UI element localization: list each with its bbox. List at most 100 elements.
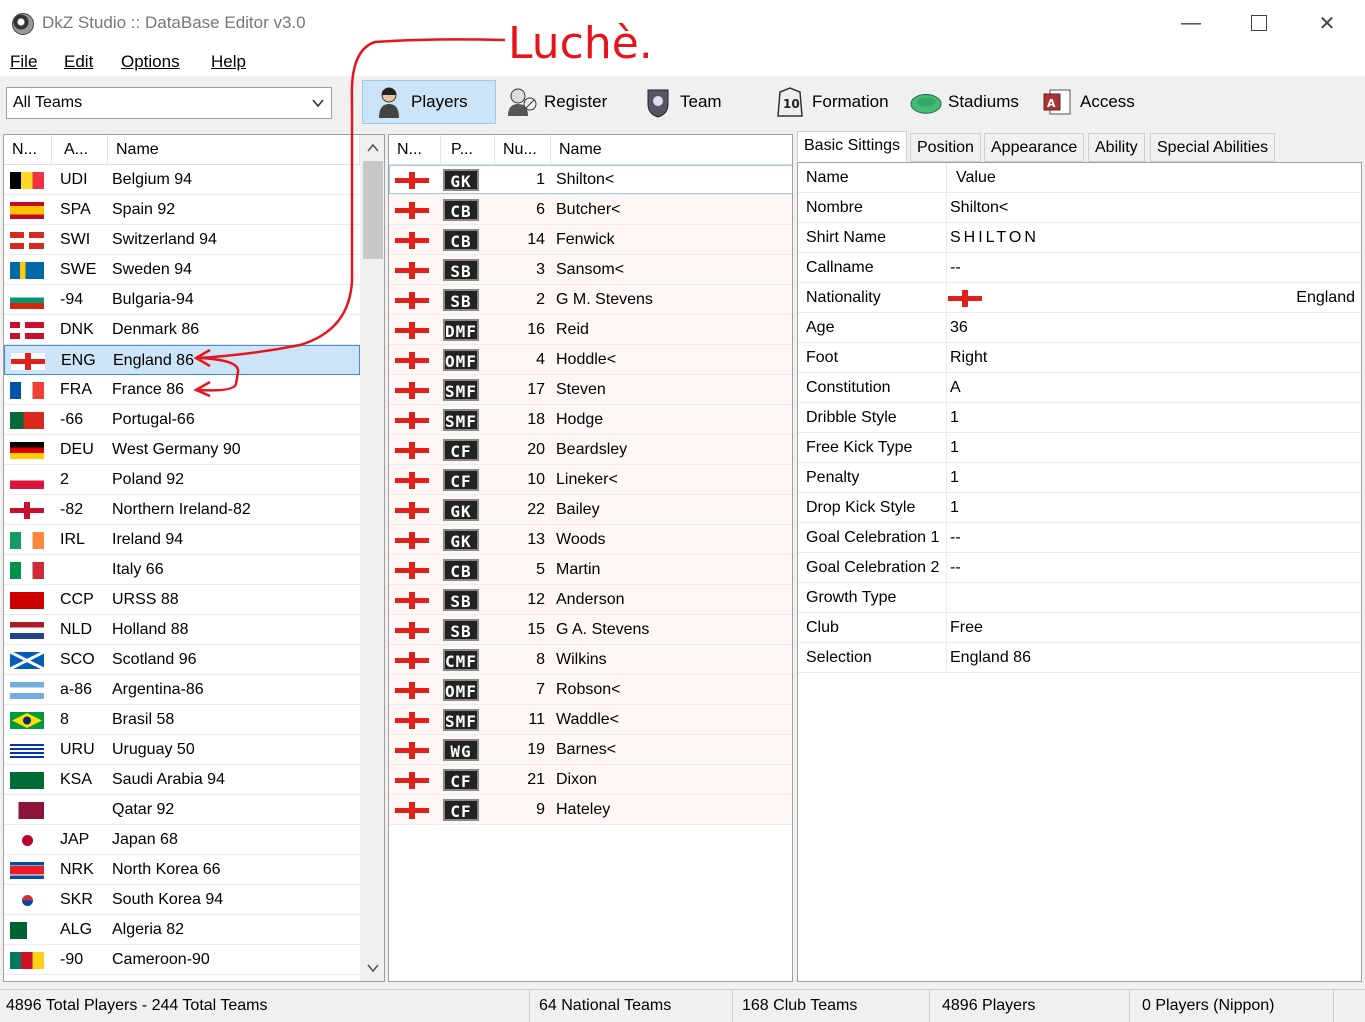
table-row[interactable]: IRL Ireland 94: [4, 525, 360, 555]
players-col-nation[interactable]: N...: [389, 135, 441, 165]
detail-row[interactable]: Age 36: [798, 313, 1361, 343]
table-row[interactable]: -94 Bulgaria-94: [4, 285, 360, 315]
table-row[interactable]: CB 5 Martin: [389, 555, 792, 585]
minimize-button[interactable]: —: [1157, 0, 1225, 46]
table-row[interactable]: 8 Brasil 58: [4, 705, 360, 735]
teams-scrollbar[interactable]: [360, 135, 384, 981]
table-row[interactable]: -66 Portugal-66: [4, 405, 360, 435]
detail-row[interactable]: Nationality England: [798, 283, 1361, 313]
register-button[interactable]: Register: [496, 80, 617, 124]
teams-col-abbr[interactable]: A...: [52, 135, 108, 165]
table-row[interactable]: 2 Poland 92: [4, 465, 360, 495]
table-row[interactable]: NLD Holland 88: [4, 615, 360, 645]
detail-row[interactable]: Penalty 1: [798, 463, 1361, 493]
detail-row[interactable]: Free Kick Type 1: [798, 433, 1361, 463]
tab-appearance[interactable]: Appearance: [984, 133, 1085, 162]
table-row[interactable]: CF 10 Lineker<: [389, 465, 792, 495]
scroll-thumb[interactable]: [363, 161, 383, 259]
detail-row[interactable]: Drop Kick Style 1: [798, 493, 1361, 523]
table-row[interactable]: CB 6 Butcher<: [389, 195, 792, 225]
table-row[interactable]: DEU West Germany 90: [4, 435, 360, 465]
teams-col-flag[interactable]: N...: [4, 135, 52, 165]
table-row[interactable]: SB 2 G M. Stevens: [389, 285, 792, 315]
table-row[interactable]: SKR South Korea 94: [4, 885, 360, 915]
table-row[interactable]: CMF 8 Wilkins: [389, 645, 792, 675]
players-button[interactable]: Players: [362, 80, 496, 124]
detail-row[interactable]: Growth Type: [798, 583, 1361, 613]
table-row[interactable]: UDI Belgium 94: [4, 165, 360, 195]
scroll-down-icon[interactable]: [367, 963, 379, 973]
tab-position[interactable]: Position: [910, 133, 981, 162]
table-row[interactable]: ALG Algeria 82: [4, 915, 360, 945]
table-row[interactable]: CF 20 Beardsley: [389, 435, 792, 465]
players-col-name[interactable]: Name: [551, 135, 792, 165]
detail-row[interactable]: Shirt Name SHILTON: [798, 223, 1361, 253]
teams-col-name[interactable]: Name: [108, 135, 360, 165]
detail-row[interactable]: Foot Right: [798, 343, 1361, 373]
detail-row[interactable]: Dribble Style 1: [798, 403, 1361, 433]
table-row[interactable]: Qatar 92: [4, 795, 360, 825]
players-col-position[interactable]: P...: [441, 135, 495, 165]
table-row[interactable]: SCO Scotland 96: [4, 645, 360, 675]
table-row[interactable]: SMF 18 Hodge: [389, 405, 792, 435]
detail-row[interactable]: Goal Celebration 2 --: [798, 553, 1361, 583]
table-row[interactable]: CCP URSS 88: [4, 585, 360, 615]
tab-special-abilities[interactable]: Special Abilities: [1150, 133, 1276, 162]
table-row[interactable]: KSA Saudi Arabia 94: [4, 765, 360, 795]
table-row[interactable]: OMF 4 Hoddle<: [389, 345, 792, 375]
table-row[interactable]: NRK North Korea 66: [4, 855, 360, 885]
table-row[interactable]: SB 15 G A. Stevens: [389, 615, 792, 645]
table-row[interactable]: CB 14 Fenwick: [389, 225, 792, 255]
players-button-label: Players: [411, 92, 468, 111]
menu-help[interactable]: Help: [211, 52, 246, 72]
table-row[interactable]: FRA France 86: [4, 375, 360, 405]
table-row[interactable]: SB 12 Anderson: [389, 585, 792, 615]
table-row[interactable]: CF 9 Hateley: [389, 795, 792, 825]
table-row[interactable]: OMF 7 Robson<: [389, 675, 792, 705]
table-row[interactable]: GK 22 Bailey: [389, 495, 792, 525]
tab-ability[interactable]: Ability: [1088, 133, 1145, 162]
formation-button[interactable]: 10 Formation: [764, 80, 899, 124]
table-row[interactable]: GK 1 Shilton<: [389, 165, 792, 195]
table-row[interactable]: DMF 16 Reid: [389, 315, 792, 345]
table-row[interactable]: SWI Switzerland 94: [4, 225, 360, 255]
close-button[interactable]: ✕: [1293, 0, 1361, 46]
table-row[interactable]: URU Uruguay 50: [4, 735, 360, 765]
table-row[interactable]: SB 3 Sansom<: [389, 255, 792, 285]
table-row[interactable]: ENG England 86: [4, 345, 360, 375]
table-row[interactable]: SMF 17 Steven: [389, 375, 792, 405]
menu-edit[interactable]: Edit: [64, 52, 93, 72]
table-row[interactable]: WG 19 Barnes<: [389, 735, 792, 765]
detail-value: England: [1296, 289, 1355, 306]
players-col-number[interactable]: Nu...: [495, 135, 551, 165]
menu-options[interactable]: Options: [121, 52, 180, 72]
table-row[interactable]: -82 Northern Ireland-82: [4, 495, 360, 525]
team-button[interactable]: Team: [632, 80, 732, 124]
maximize-button[interactable]: [1225, 0, 1293, 46]
table-row[interactable]: SPA Spain 92: [4, 195, 360, 225]
table-row[interactable]: GK 13 Woods: [389, 525, 792, 555]
detail-name: Nationality: [806, 289, 881, 306]
team-filter-select[interactable]: All Teams: [6, 87, 332, 119]
detail-row[interactable]: Goal Celebration 1 --: [798, 523, 1361, 553]
menu-file[interactable]: File: [10, 52, 37, 72]
table-row[interactable]: SWE Sweden 94: [4, 255, 360, 285]
detail-row[interactable]: Constitution A: [798, 373, 1361, 403]
detail-row[interactable]: Club Free: [798, 613, 1361, 643]
table-row[interactable]: -90 Cameroon-90: [4, 945, 360, 975]
table-row[interactable]: SMF 11 Waddle<: [389, 705, 792, 735]
table-row[interactable]: JAP Japan 68: [4, 825, 360, 855]
scroll-up-icon[interactable]: [367, 143, 379, 153]
detail-row[interactable]: Callname --: [798, 253, 1361, 283]
england-flag-icon: [395, 652, 429, 669]
player-name: Robson<: [556, 681, 621, 698]
table-row[interactable]: DNK Denmark 86: [4, 315, 360, 345]
table-row[interactable]: CF 21 Dixon: [389, 765, 792, 795]
detail-row[interactable]: Selection England 86: [798, 643, 1361, 673]
table-row[interactable]: Italy 66: [4, 555, 360, 585]
table-row[interactable]: a-86 Argentina-86: [4, 675, 360, 705]
detail-row[interactable]: Nombre Shilton<: [798, 193, 1361, 223]
tab-basic-sittings[interactable]: Basic Sittings: [797, 131, 908, 162]
access-button[interactable]: A Access: [1032, 80, 1145, 124]
stadiums-button[interactable]: Stadiums: [900, 80, 1029, 124]
